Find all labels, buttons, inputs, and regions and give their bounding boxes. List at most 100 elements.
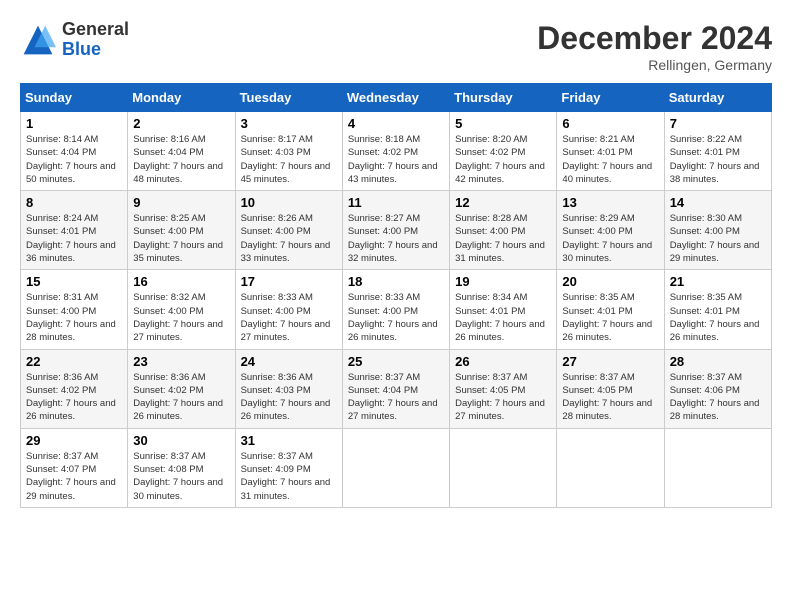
logo-text: General Blue	[62, 20, 129, 60]
calendar-cell: 20 Sunrise: 8:35 AMSunset: 4:01 PMDaylig…	[557, 270, 664, 349]
day-info: Sunrise: 8:17 AMSunset: 4:03 PMDaylight:…	[241, 134, 331, 185]
day-info: Sunrise: 8:14 AMSunset: 4:04 PMDaylight:…	[26, 134, 116, 185]
day-number: 19	[455, 274, 551, 289]
day-number: 28	[670, 354, 766, 369]
day-info: Sunrise: 8:35 AMSunset: 4:01 PMDaylight:…	[670, 292, 760, 343]
calendar-cell: 24 Sunrise: 8:36 AMSunset: 4:03 PMDaylig…	[235, 349, 342, 428]
title-block: December 2024 Rellingen, Germany	[537, 20, 772, 73]
day-number: 14	[670, 195, 766, 210]
calendar-cell: 15 Sunrise: 8:31 AMSunset: 4:00 PMDaylig…	[21, 270, 128, 349]
day-number: 6	[562, 116, 658, 131]
day-info: Sunrise: 8:37 AMSunset: 4:05 PMDaylight:…	[562, 372, 652, 423]
header-row: Sunday Monday Tuesday Wednesday Thursday…	[21, 84, 772, 112]
day-info: Sunrise: 8:36 AMSunset: 4:02 PMDaylight:…	[133, 372, 223, 423]
day-info: Sunrise: 8:18 AMSunset: 4:02 PMDaylight:…	[348, 134, 438, 185]
col-friday: Friday	[557, 84, 664, 112]
day-info: Sunrise: 8:37 AMSunset: 4:06 PMDaylight:…	[670, 372, 760, 423]
day-info: Sunrise: 8:27 AMSunset: 4:00 PMDaylight:…	[348, 213, 438, 264]
day-number: 18	[348, 274, 444, 289]
calendar-cell: 6 Sunrise: 8:21 AMSunset: 4:01 PMDayligh…	[557, 112, 664, 191]
day-info: Sunrise: 8:20 AMSunset: 4:02 PMDaylight:…	[455, 134, 545, 185]
day-number: 3	[241, 116, 337, 131]
calendar-cell: 13 Sunrise: 8:29 AMSunset: 4:00 PMDaylig…	[557, 191, 664, 270]
col-saturday: Saturday	[664, 84, 771, 112]
day-info: Sunrise: 8:35 AMSunset: 4:01 PMDaylight:…	[562, 292, 652, 343]
day-number: 30	[133, 433, 229, 448]
day-number: 26	[455, 354, 551, 369]
calendar-cell	[664, 428, 771, 507]
calendar-body: 1 Sunrise: 8:14 AMSunset: 4:04 PMDayligh…	[21, 112, 772, 508]
calendar-header: Sunday Monday Tuesday Wednesday Thursday…	[21, 84, 772, 112]
logo-general: General	[62, 19, 129, 39]
day-info: Sunrise: 8:26 AMSunset: 4:00 PMDaylight:…	[241, 213, 331, 264]
day-number: 29	[26, 433, 122, 448]
day-number: 20	[562, 274, 658, 289]
day-info: Sunrise: 8:37 AMSunset: 4:04 PMDaylight:…	[348, 372, 438, 423]
logo: General Blue	[20, 20, 129, 60]
day-info: Sunrise: 8:25 AMSunset: 4:00 PMDaylight:…	[133, 213, 223, 264]
calendar-cell: 11 Sunrise: 8:27 AMSunset: 4:00 PMDaylig…	[342, 191, 449, 270]
calendar-cell: 23 Sunrise: 8:36 AMSunset: 4:02 PMDaylig…	[128, 349, 235, 428]
day-info: Sunrise: 8:30 AMSunset: 4:00 PMDaylight:…	[670, 213, 760, 264]
day-number: 24	[241, 354, 337, 369]
day-info: Sunrise: 8:24 AMSunset: 4:01 PMDaylight:…	[26, 213, 116, 264]
logo-icon	[20, 22, 56, 58]
week-row-2: 8 Sunrise: 8:24 AMSunset: 4:01 PMDayligh…	[21, 191, 772, 270]
day-info: Sunrise: 8:37 AMSunset: 4:07 PMDaylight:…	[26, 451, 116, 502]
col-tuesday: Tuesday	[235, 84, 342, 112]
day-info: Sunrise: 8:22 AMSunset: 4:01 PMDaylight:…	[670, 134, 760, 185]
day-info: Sunrise: 8:34 AMSunset: 4:01 PMDaylight:…	[455, 292, 545, 343]
week-row-5: 29 Sunrise: 8:37 AMSunset: 4:07 PMDaylig…	[21, 428, 772, 507]
day-number: 17	[241, 274, 337, 289]
day-info: Sunrise: 8:29 AMSunset: 4:00 PMDaylight:…	[562, 213, 652, 264]
day-number: 8	[26, 195, 122, 210]
day-number: 15	[26, 274, 122, 289]
calendar-cell	[450, 428, 557, 507]
day-number: 21	[670, 274, 766, 289]
logo-blue: Blue	[62, 39, 101, 59]
calendar-cell: 9 Sunrise: 8:25 AMSunset: 4:00 PMDayligh…	[128, 191, 235, 270]
day-number: 7	[670, 116, 766, 131]
calendar-cell: 29 Sunrise: 8:37 AMSunset: 4:07 PMDaylig…	[21, 428, 128, 507]
location: Rellingen, Germany	[537, 57, 772, 73]
day-number: 31	[241, 433, 337, 448]
calendar-cell: 25 Sunrise: 8:37 AMSunset: 4:04 PMDaylig…	[342, 349, 449, 428]
day-info: Sunrise: 8:31 AMSunset: 4:00 PMDaylight:…	[26, 292, 116, 343]
day-info: Sunrise: 8:21 AMSunset: 4:01 PMDaylight:…	[562, 134, 652, 185]
day-info: Sunrise: 8:16 AMSunset: 4:04 PMDaylight:…	[133, 134, 223, 185]
day-number: 25	[348, 354, 444, 369]
day-number: 4	[348, 116, 444, 131]
day-info: Sunrise: 8:28 AMSunset: 4:00 PMDaylight:…	[455, 213, 545, 264]
calendar-cell: 7 Sunrise: 8:22 AMSunset: 4:01 PMDayligh…	[664, 112, 771, 191]
day-number: 9	[133, 195, 229, 210]
calendar-cell: 26 Sunrise: 8:37 AMSunset: 4:05 PMDaylig…	[450, 349, 557, 428]
day-number: 16	[133, 274, 229, 289]
day-number: 2	[133, 116, 229, 131]
calendar-cell: 30 Sunrise: 8:37 AMSunset: 4:08 PMDaylig…	[128, 428, 235, 507]
day-info: Sunrise: 8:37 AMSunset: 4:05 PMDaylight:…	[455, 372, 545, 423]
calendar-cell: 10 Sunrise: 8:26 AMSunset: 4:00 PMDaylig…	[235, 191, 342, 270]
day-info: Sunrise: 8:33 AMSunset: 4:00 PMDaylight:…	[348, 292, 438, 343]
calendar-cell: 21 Sunrise: 8:35 AMSunset: 4:01 PMDaylig…	[664, 270, 771, 349]
calendar-cell: 5 Sunrise: 8:20 AMSunset: 4:02 PMDayligh…	[450, 112, 557, 191]
calendar-cell: 8 Sunrise: 8:24 AMSunset: 4:01 PMDayligh…	[21, 191, 128, 270]
week-row-3: 15 Sunrise: 8:31 AMSunset: 4:00 PMDaylig…	[21, 270, 772, 349]
col-monday: Monday	[128, 84, 235, 112]
col-sunday: Sunday	[21, 84, 128, 112]
week-row-4: 22 Sunrise: 8:36 AMSunset: 4:02 PMDaylig…	[21, 349, 772, 428]
day-info: Sunrise: 8:36 AMSunset: 4:02 PMDaylight:…	[26, 372, 116, 423]
day-number: 23	[133, 354, 229, 369]
calendar-cell: 16 Sunrise: 8:32 AMSunset: 4:00 PMDaylig…	[128, 270, 235, 349]
calendar-cell: 17 Sunrise: 8:33 AMSunset: 4:00 PMDaylig…	[235, 270, 342, 349]
calendar-cell: 27 Sunrise: 8:37 AMSunset: 4:05 PMDaylig…	[557, 349, 664, 428]
week-row-1: 1 Sunrise: 8:14 AMSunset: 4:04 PMDayligh…	[21, 112, 772, 191]
day-info: Sunrise: 8:37 AMSunset: 4:09 PMDaylight:…	[241, 451, 331, 502]
day-number: 5	[455, 116, 551, 131]
calendar-cell: 31 Sunrise: 8:37 AMSunset: 4:09 PMDaylig…	[235, 428, 342, 507]
day-info: Sunrise: 8:33 AMSunset: 4:00 PMDaylight:…	[241, 292, 331, 343]
day-info: Sunrise: 8:36 AMSunset: 4:03 PMDaylight:…	[241, 372, 331, 423]
calendar-cell: 2 Sunrise: 8:16 AMSunset: 4:04 PMDayligh…	[128, 112, 235, 191]
calendar-cell	[342, 428, 449, 507]
calendar-cell: 12 Sunrise: 8:28 AMSunset: 4:00 PMDaylig…	[450, 191, 557, 270]
calendar-cell	[557, 428, 664, 507]
